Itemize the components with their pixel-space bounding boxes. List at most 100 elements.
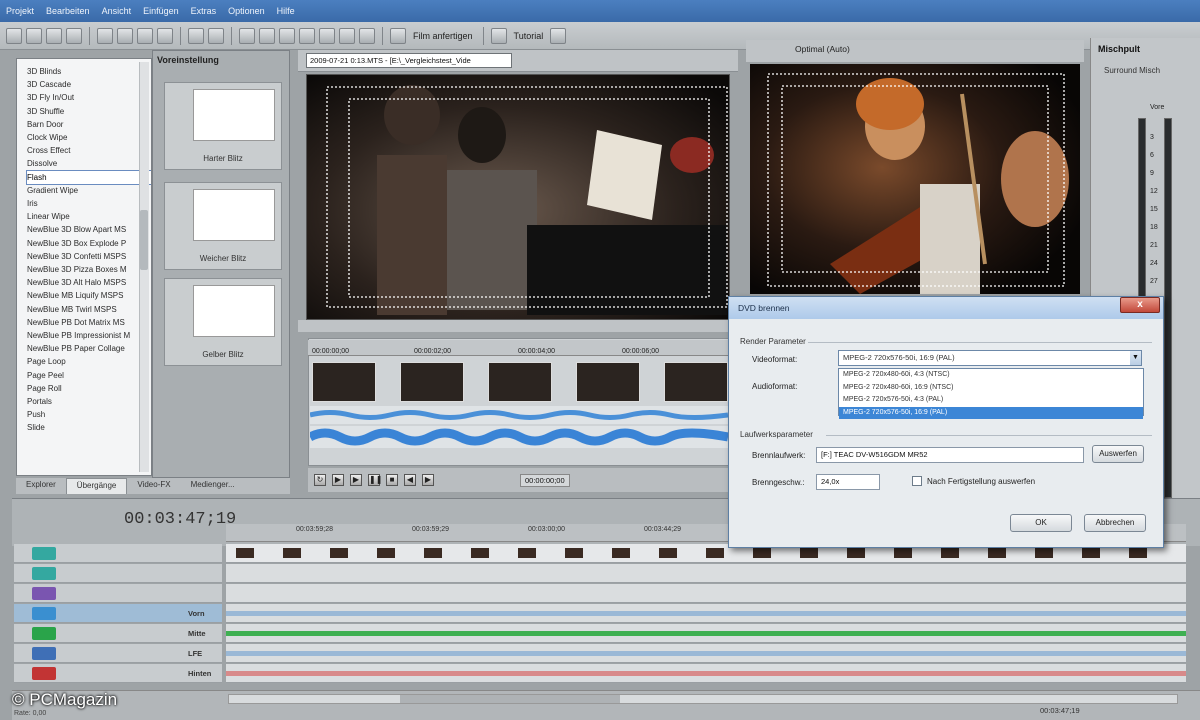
- track-lane[interactable]: [226, 604, 1186, 623]
- cancel-button[interactable]: Abbrechen: [1084, 514, 1146, 532]
- transition-item[interactable]: 3D Blinds: [27, 65, 151, 78]
- stop-icon[interactable]: ■: [386, 474, 398, 486]
- transition-item[interactable]: Barn Door: [27, 118, 151, 131]
- edit-tool-icon[interactable]: [299, 27, 315, 44]
- speed-select[interactable]: 24,0x: [816, 474, 880, 490]
- lock-envelopes-icon[interactable]: [279, 27, 295, 44]
- transition-item[interactable]: Page Loop: [27, 355, 151, 368]
- preview-quality-select[interactable]: Optimal (Auto): [795, 44, 850, 54]
- delete-icon[interactable]: [157, 27, 173, 44]
- transition-item[interactable]: NewBlue MB Liquify MSPS: [27, 289, 151, 302]
- transition-item[interactable]: Push: [27, 408, 151, 421]
- menu-optionen[interactable]: Optionen: [228, 6, 265, 16]
- copy-icon[interactable]: [117, 27, 133, 44]
- transition-item[interactable]: Flash: [26, 169, 151, 185]
- tab-media-generators[interactable]: Medienger...: [181, 478, 245, 494]
- preset-soft-flash[interactable]: Weicher Blitz: [164, 182, 282, 270]
- video-format-option[interactable]: MPEG-2 720x576-50i, 4:3 (PAL): [839, 394, 1143, 407]
- transition-item[interactable]: NewBlue 3D Alt Halo MSPS: [27, 276, 151, 289]
- film-icon[interactable]: [390, 27, 406, 44]
- envelope-tool-icon[interactable]: [319, 27, 335, 44]
- transitions-scroll-thumb[interactable]: [140, 210, 148, 270]
- menu-einfuegen[interactable]: Einfügen: [143, 6, 179, 16]
- transition-item[interactable]: NewBlue 3D Box Explode P: [27, 237, 151, 250]
- track-header[interactable]: Vorn: [14, 604, 222, 623]
- snap-icon[interactable]: [239, 27, 255, 44]
- zoom-tool-icon[interactable]: [359, 27, 375, 44]
- paste-icon[interactable]: [137, 27, 153, 44]
- transition-item[interactable]: Cross Effect: [27, 144, 151, 157]
- ok-button[interactable]: OK: [1010, 514, 1072, 532]
- track-lane[interactable]: [226, 644, 1186, 663]
- track-header[interactable]: [14, 584, 222, 603]
- tab-transitions[interactable]: Übergänge: [65, 478, 128, 494]
- transition-item[interactable]: 3D Cascade: [27, 78, 151, 91]
- make-movie-button[interactable]: Film anfertigen: [410, 31, 476, 41]
- transition-item[interactable]: NewBlue 3D Blow Apart MS: [27, 223, 151, 236]
- prev-frame-icon[interactable]: ◀: [404, 474, 416, 486]
- redo-icon[interactable]: [208, 27, 224, 44]
- transition-item[interactable]: Portals: [27, 395, 151, 408]
- track-header[interactable]: Hinten: [14, 664, 222, 683]
- tutorial-button[interactable]: Tutorial: [511, 31, 547, 41]
- transition-item[interactable]: Clock Wipe: [27, 131, 151, 144]
- transition-item[interactable]: Page Roll: [27, 382, 151, 395]
- open-icon[interactable]: [26, 27, 42, 44]
- track-header[interactable]: LFE: [14, 644, 222, 663]
- transition-item[interactable]: Linear Wipe: [27, 210, 151, 223]
- video-format-option[interactable]: MPEG-2 720x576-50i, 16:9 (PAL): [839, 406, 1143, 419]
- transition-item[interactable]: Dissolve: [27, 157, 151, 170]
- track-lane[interactable]: [226, 664, 1186, 683]
- transition-item[interactable]: NewBlue 3D Confetti MSPS: [27, 250, 151, 263]
- play-icon[interactable]: ▶: [350, 474, 362, 486]
- video-format-options[interactable]: MPEG-2 720x480-60i, 4:3 (NTSC) MPEG-2 720…: [838, 368, 1144, 419]
- burner-select[interactable]: [F:] TEAC DV-W516GDM MR52: [816, 447, 1084, 463]
- loop-icon[interactable]: ↻: [314, 474, 326, 486]
- source-file-select[interactable]: 2009-07-21 0:13.MTS - [E:\_Vergleichstes…: [306, 53, 512, 68]
- track-header[interactable]: [14, 564, 222, 583]
- menu-hilfe[interactable]: Hilfe: [277, 6, 295, 16]
- selection-tool-icon[interactable]: [339, 27, 355, 44]
- play-from-start-icon[interactable]: ▶: [332, 474, 344, 486]
- transition-item[interactable]: Slide: [27, 421, 151, 434]
- dialog-titlebar[interactable]: [729, 297, 1163, 319]
- track-header[interactable]: [14, 544, 222, 563]
- transition-item[interactable]: NewBlue PB Impressionist M: [27, 329, 151, 342]
- tab-video-fx[interactable]: Video-FX: [127, 478, 180, 494]
- timeline-scrollbar[interactable]: [228, 694, 1178, 704]
- auto-ripple-icon[interactable]: [259, 27, 275, 44]
- preset-yellow-flash[interactable]: Gelber Blitz: [164, 278, 282, 366]
- undo-icon[interactable]: [188, 27, 204, 44]
- transition-item[interactable]: Gradient Wipe: [27, 184, 151, 197]
- transition-item[interactable]: NewBlue 3D Pizza Boxes M: [27, 263, 151, 276]
- next-frame-icon[interactable]: ▶: [422, 474, 434, 486]
- track-lane[interactable]: [226, 584, 1186, 603]
- help-pointer-icon[interactable]: [550, 27, 567, 44]
- menu-projekt[interactable]: Projekt: [6, 6, 34, 16]
- eject-after-checkbox[interactable]: [912, 476, 922, 486]
- save-icon[interactable]: [46, 27, 62, 44]
- transition-item[interactable]: 3D Shuffle: [27, 105, 151, 118]
- transition-item[interactable]: NewBlue PB Dot Matrix MS: [27, 316, 151, 329]
- chevron-down-icon[interactable]: ▼: [1130, 351, 1141, 365]
- new-project-icon[interactable]: [6, 27, 22, 44]
- save-as-icon[interactable]: [66, 27, 82, 44]
- timeline-scroll-thumb[interactable]: [400, 695, 620, 703]
- transition-item[interactable]: Iris: [27, 197, 151, 210]
- menu-bearbeiten[interactable]: Bearbeiten: [46, 6, 90, 16]
- surround-mix-label[interactable]: Surround Misch: [1104, 66, 1160, 75]
- video-format-option[interactable]: MPEG-2 720x480-60i, 16:9 (NTSC): [839, 382, 1143, 395]
- transition-item[interactable]: Page Peel: [27, 369, 151, 382]
- tab-explorer[interactable]: Explorer: [16, 478, 66, 494]
- eject-button[interactable]: Auswerfen: [1092, 445, 1144, 463]
- video-format-option[interactable]: MPEG-2 720x480-60i, 4:3 (NTSC): [839, 369, 1143, 382]
- pause-icon[interactable]: ❚❚: [368, 474, 382, 486]
- cut-icon[interactable]: [97, 27, 113, 44]
- transition-item[interactable]: 3D Fly In/Out: [27, 91, 151, 104]
- tutorial-icon[interactable]: [490, 27, 507, 44]
- track-lane[interactable]: [226, 624, 1186, 643]
- transition-item[interactable]: NewBlue PB Paper Collage: [27, 342, 151, 355]
- track-header[interactable]: Mitte: [14, 624, 222, 643]
- menu-ansicht[interactable]: Ansicht: [102, 6, 132, 16]
- dialog-close-button[interactable]: x: [1120, 297, 1160, 313]
